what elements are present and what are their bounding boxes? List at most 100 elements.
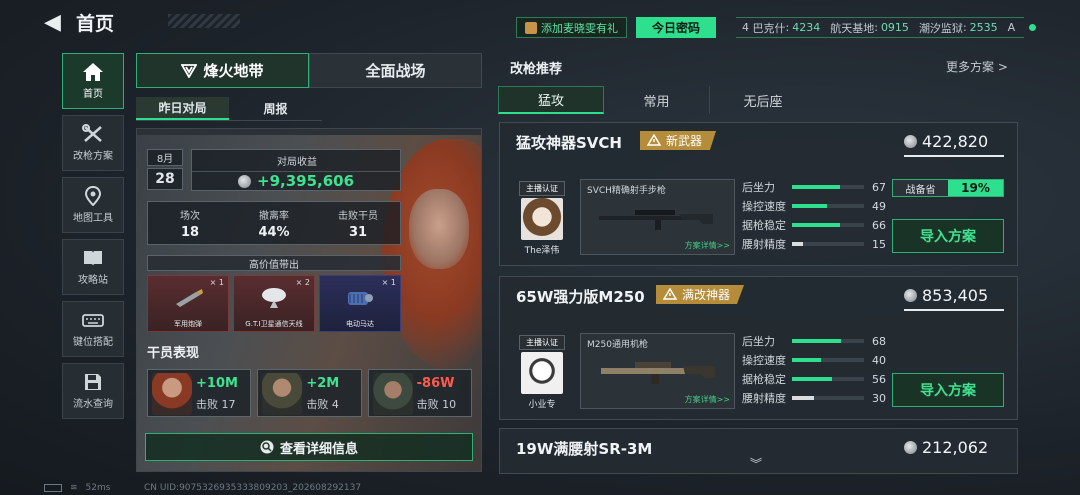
attr-bar-fill	[792, 377, 833, 381]
stat-value: 31	[348, 224, 368, 240]
attr-recoil: 后坐力 67	[742, 179, 892, 195]
gun-name: SVCH精确射手步枪	[587, 186, 666, 196]
price-value: 853,405	[922, 285, 989, 305]
agent-performance-title: 干员表现	[147, 346, 200, 361]
attr-hipfire: 腰射精度 30	[742, 390, 892, 406]
import-plan-button[interactable]: 导入方案	[892, 373, 1004, 407]
attr-bar-fill	[792, 185, 841, 189]
author: 主播认证 小业专	[518, 335, 566, 410]
agent-kills: 击败 4	[306, 398, 339, 411]
tab-hazard-zone[interactable]: 烽火地带	[136, 53, 309, 88]
tab-warfare[interactable]: 全面战场	[309, 53, 482, 88]
sidebar-item-label: 键位搭配	[73, 337, 113, 348]
agent-amount: +10M	[196, 376, 238, 391]
agent-card[interactable]: +10M 击败 17	[147, 369, 252, 417]
match-stats: 场次 18 撤离率 44% 击败干员 31	[147, 201, 401, 245]
satellite-dish-icon	[262, 288, 286, 308]
code-value: 0915	[880, 21, 909, 34]
sidebar-item-map-tools[interactable]: 地图工具	[62, 177, 124, 233]
battery-icon	[44, 484, 62, 492]
add-contact-gift-button[interactable]: 添加麦晓雯有礼	[516, 17, 627, 38]
decorative-stripes	[168, 14, 240, 28]
match-summary-card: 8月 28 对局收益 +9,395,606 场次 18 撤离率 44% 击败干员 31…	[136, 128, 482, 472]
code-prefix: 4	[742, 21, 749, 34]
attr-bar-fill	[792, 358, 821, 362]
loadout-price: 422,820	[904, 129, 1004, 153]
sidebar-item-transactions[interactable]: 流水查询	[62, 363, 124, 419]
loot-item[interactable]: × 2 G.T.I卫星通信天线	[233, 275, 315, 332]
attr-name: 腰射精度	[742, 392, 786, 405]
plan-details-link[interactable]: 方案详情>>	[685, 240, 730, 251]
attr-recoil: 后坐力 68	[742, 333, 892, 349]
agent-card[interactable]: +2M 击败 4	[257, 369, 362, 417]
tab-common[interactable]: 常用	[604, 86, 710, 114]
motor-icon	[348, 292, 373, 305]
attr-bar	[792, 377, 864, 381]
sidebar-item-guides[interactable]: 攻略站	[62, 239, 124, 295]
stat-kills: 击败干员 31	[316, 202, 400, 244]
income-value: +9,395,606	[257, 172, 355, 190]
stat-label: 撤离率	[259, 210, 289, 222]
agent-avatar	[262, 373, 303, 415]
tag-label: 满改神器	[682, 288, 731, 302]
tab-weekly-report[interactable]: 周报	[229, 97, 322, 120]
loadout-card[interactable]: 65W强力版M250 满改神器 853,405 主播认证 小业专 M250通用机…	[499, 276, 1018, 420]
code-map-name: A	[1007, 21, 1016, 34]
agent-card[interactable]: -86W 击败 10	[367, 369, 472, 417]
attr-handling: 操控速度 40	[742, 352, 892, 368]
agent-kills: 击败 17	[196, 398, 236, 411]
stat-label: 击败干员	[338, 210, 378, 222]
income-value-row: +9,395,606	[238, 172, 354, 190]
gun-attributes: 后坐力 67 操控速度 49 据枪稳定 66 腰射精度 15	[742, 179, 892, 255]
stat-label: 场次	[180, 210, 200, 222]
status-footer: ≋ 52ms	[44, 483, 110, 493]
stat-matches: 场次 18	[148, 202, 232, 244]
daily-code-ticker: 4 巴克什:4234 航天基地:0915 潮汐监狱:2535 A	[736, 17, 1024, 38]
gun-preview[interactable]: SVCH精确射手步枪 方案详情>>	[580, 179, 735, 255]
sidebar-item-gun-mods[interactable]: 改枪方案	[62, 115, 124, 171]
attr-bar	[792, 396, 864, 400]
attr-bar	[792, 204, 864, 208]
sidebar-item-label: 地图工具	[73, 213, 113, 224]
coin-icon	[904, 440, 917, 454]
sidebar-item-home[interactable]: 首页	[62, 53, 124, 109]
code-map-name: 巴克什	[752, 21, 786, 35]
attr-name: 后坐力	[742, 181, 775, 194]
agent-amount: -86W	[416, 376, 455, 391]
plan-details-link[interactable]: 方案详情>>	[685, 394, 730, 405]
sidebar-item-keybinds[interactable]: 键位搭配	[62, 301, 124, 357]
tab-assault[interactable]: 猛攻	[498, 86, 604, 114]
sidebar-nav: 首页 改枪方案 地图工具 攻略站 键位搭配 流水查询	[62, 53, 124, 425]
item-name: 电动马达	[346, 320, 374, 328]
item-count: × 1	[381, 278, 396, 287]
back-icon[interactable]: ◀	[44, 10, 61, 35]
high-value-items: × 1 军用炮弹 × 2 G.T.I卫星通信天线 × 1 电动马达	[147, 275, 401, 332]
tab-yesterday-match[interactable]: 昨日对局	[136, 97, 229, 120]
loot-item[interactable]: × 1 电动马达	[319, 275, 401, 332]
coin-icon	[904, 288, 917, 302]
code-value: 4234	[792, 21, 821, 34]
attr-value: 40	[872, 353, 886, 367]
loot-item[interactable]: × 1 军用炮弹	[147, 275, 229, 332]
attr-name: 据枪稳定	[742, 219, 786, 232]
author-name: The泽伟	[524, 246, 560, 256]
loadout-tabs: 猛攻 常用 无后座	[498, 86, 818, 114]
sidebar-item-label: 改枪方案	[73, 151, 113, 162]
daily-code-badge[interactable]: 今日密码	[636, 17, 717, 38]
income-box: 对局收益 +9,395,606	[191, 149, 402, 191]
code-map-name: 航天基地	[830, 21, 875, 35]
attr-bar	[792, 242, 864, 246]
import-plan-button[interactable]: 导入方案	[892, 219, 1004, 253]
more-plans-link[interactable]: 更多方案 >	[946, 58, 1008, 75]
loadout-card[interactable]: 猛攻神器SVCH 新武器 422,820 主播认证 The泽伟 SVCH精确射手…	[499, 122, 1018, 266]
attr-name: 操控速度	[742, 200, 786, 213]
tab-no-recoil[interactable]: 无后座	[710, 86, 816, 114]
gun-preview[interactable]: M250通用机枪 方案详情>>	[580, 333, 735, 409]
attr-hipfire: 腰射精度 15	[742, 236, 892, 252]
book-icon	[82, 248, 104, 268]
attr-bar	[792, 358, 864, 362]
attr-value: 15	[872, 237, 886, 251]
ping-value: 52ms	[85, 483, 111, 493]
view-details-button[interactable]: 查看详细信息	[145, 433, 473, 461]
chevron-down-icon[interactable]: ︾	[750, 455, 762, 472]
